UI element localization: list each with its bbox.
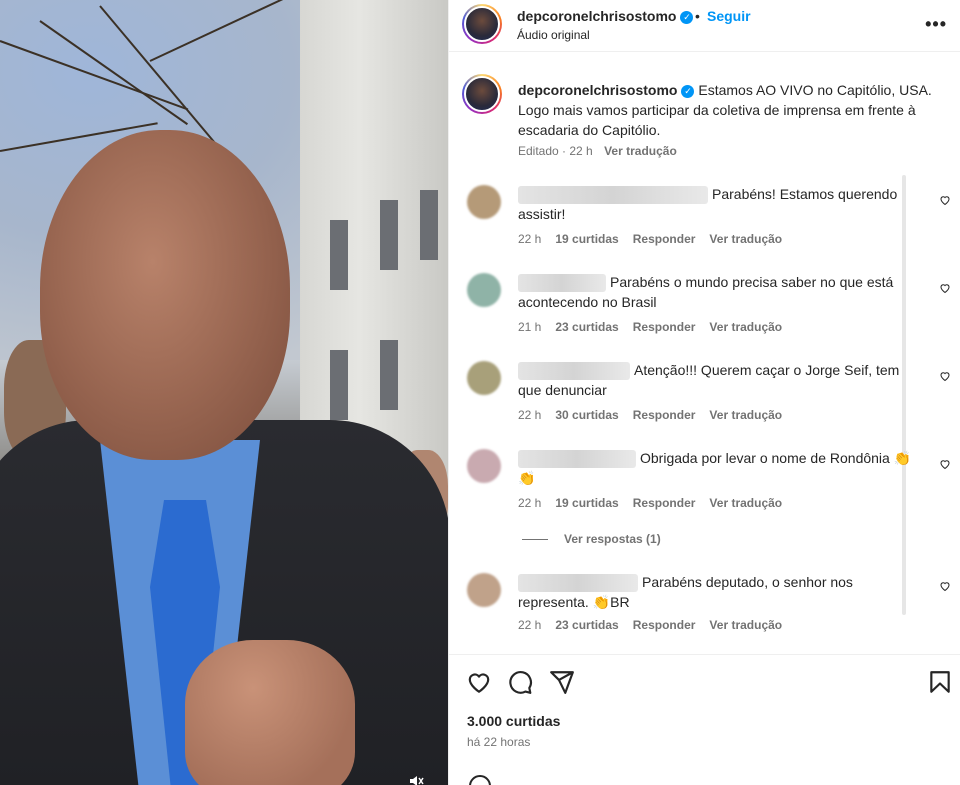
commenter-avatar[interactable]: [467, 361, 501, 395]
post-header: depcoronelchrisostomo ✓ • Seguir Áudio or…: [449, 0, 960, 52]
share-icon[interactable]: [549, 669, 575, 695]
building-window: [380, 200, 398, 270]
commenter-username-blurred[interactable]: [518, 186, 708, 205]
author-username[interactable]: depcoronelchrisostomo ✓: [517, 8, 694, 24]
comment-text-block: Parabéns o mundo precisa saber no que es…: [518, 272, 918, 312]
comment-time[interactable]: 22 h: [518, 232, 541, 246]
speaker-face: [40, 130, 290, 460]
post-time[interactable]: há 22 horas: [467, 735, 530, 749]
caption-avatar[interactable]: [462, 74, 502, 114]
comment-icon[interactable]: [507, 669, 533, 695]
comment-meta: 22 h 19 curtidas Responder Ver tradução: [518, 496, 796, 510]
comment-like-icon[interactable]: [939, 370, 951, 382]
replies-divider-line: [522, 539, 548, 540]
comment-likes[interactable]: 23 curtidas: [555, 618, 618, 632]
post-actions-bar: 3.000 curtidas há 22 horas: [449, 654, 960, 784]
translate-link[interactable]: Ver tradução: [709, 232, 782, 246]
comment-like-icon[interactable]: [939, 458, 951, 470]
translate-link[interactable]: Ver tradução: [709, 618, 782, 632]
comment-like-icon[interactable]: [939, 282, 951, 294]
comment-likes[interactable]: 19 curtidas: [555, 232, 618, 246]
commenter-username-blurred[interactable]: [518, 274, 606, 293]
translate-link[interactable]: Ver tradução: [709, 496, 782, 510]
view-replies-button[interactable]: Ver respostas (1): [564, 532, 661, 546]
follow-button[interactable]: Seguir: [707, 8, 751, 24]
reply-button[interactable]: Responder: [633, 408, 696, 422]
caption-time[interactable]: 22 h: [569, 144, 592, 158]
comment-meta: 21 h 23 curtidas Responder Ver tradução: [518, 320, 796, 334]
comment-like-icon[interactable]: [939, 194, 951, 206]
comment-time[interactable]: 21 h: [518, 320, 541, 334]
comment-text-block: Obrigada por levar o nome de Rondônia 👏 …: [518, 448, 918, 488]
verified-badge-icon: ✓: [680, 10, 694, 24]
comment-meta: 22 h 30 curtidas Responder Ver tradução: [518, 408, 796, 422]
building-window: [380, 340, 398, 410]
reply-button[interactable]: Responder: [633, 496, 696, 510]
commenter-avatar[interactable]: [467, 449, 501, 483]
muted-speaker-icon[interactable]: [408, 774, 430, 785]
heart-icon[interactable]: [466, 669, 492, 695]
commenter-username-blurred[interactable]: [518, 574, 638, 593]
header-separator: •: [695, 8, 700, 24]
comment-likes[interactable]: 23 curtidas: [555, 320, 618, 334]
commenter-username-blurred[interactable]: [518, 362, 630, 381]
building-window: [330, 220, 348, 290]
comment-time[interactable]: 22 h: [518, 618, 541, 632]
building-window: [420, 190, 438, 260]
comment-time[interactable]: 22 h: [518, 408, 541, 422]
commenter-avatar[interactable]: [467, 273, 501, 307]
caption-meta: Editado · 22 h Ver tradução: [518, 144, 677, 158]
comment-text-block: Atenção!!! Querem caçar o Jorge Seif, te…: [518, 360, 918, 400]
comment-likes[interactable]: 30 curtidas: [555, 408, 618, 422]
translate-link[interactable]: Ver tradução: [709, 408, 782, 422]
caption-text-block: depcoronelchrisostomo ✓ Estamos AO VIVO n…: [518, 80, 938, 140]
commenter-avatar[interactable]: [467, 573, 501, 607]
translate-link[interactable]: Ver tradução: [709, 320, 782, 334]
comment-meta: 22 h 23 curtidas Responder Ver tradução: [518, 618, 796, 632]
audio-label[interactable]: Áudio original: [517, 28, 590, 42]
comment-meta: 22 h 19 curtidas Responder Ver tradução: [518, 232, 796, 246]
author-username-text[interactable]: depcoronelchrisostomo: [517, 8, 676, 24]
caption-username[interactable]: depcoronelchrisostomo: [518, 82, 677, 98]
more-options-icon[interactable]: •••: [925, 14, 947, 35]
comment-likes[interactable]: 19 curtidas: [555, 496, 618, 510]
verified-badge-icon: ✓: [681, 84, 695, 98]
edited-label: Editado: [518, 144, 559, 158]
comment-time[interactable]: 22 h: [518, 496, 541, 510]
commenter-username-blurred[interactable]: [518, 450, 636, 469]
comment-like-icon[interactable]: [939, 580, 951, 592]
comment-text-block: Parabéns! Estamos querendo assistir!: [518, 184, 918, 224]
speaker-hand: [185, 640, 355, 785]
post-video[interactable]: [0, 0, 448, 785]
reply-button[interactable]: Responder: [633, 618, 696, 632]
likes-count[interactable]: 3.000 curtidas: [467, 713, 560, 729]
post-details-panel: depcoronelchrisostomo ✓ • Seguir Áudio or…: [448, 0, 960, 785]
building-window: [330, 350, 348, 420]
comment-text-block: Parabéns deputado, o senhor nos represen…: [518, 572, 918, 612]
author-avatar[interactable]: [462, 4, 502, 44]
caption-translate-link[interactable]: Ver tradução: [604, 144, 677, 158]
bookmark-icon[interactable]: [927, 669, 953, 695]
commenter-avatar[interactable]: [467, 185, 501, 219]
reply-button[interactable]: Responder: [633, 232, 696, 246]
reply-button[interactable]: Responder: [633, 320, 696, 334]
